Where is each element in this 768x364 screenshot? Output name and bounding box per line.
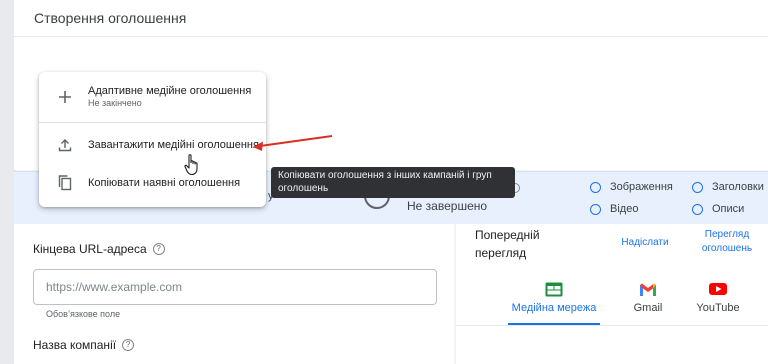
tab-display-network[interactable]: Медійна мережа (508, 282, 600, 314)
gmail-icon (640, 283, 656, 296)
plus-icon (55, 87, 75, 107)
display-network-icon (545, 282, 563, 297)
menu-item-label: Копіювати наявні оголошення (88, 177, 241, 189)
final-url-label: Кінцева URL-адреса ? (33, 242, 165, 256)
view-ads-link[interactable]: Перегляд оголошень (694, 228, 760, 256)
tab-label: Gmail (633, 302, 663, 314)
tab-label: YouTube (696, 302, 740, 314)
final-url-input[interactable] (33, 269, 437, 305)
ad-strength-status: Не завершено (407, 199, 488, 213)
final-url-label-text: Кінцева URL-адреса (33, 242, 147, 256)
create-ad-menu: Адаптивне медійне оголошення Не закінчен… (39, 72, 266, 207)
radio-icon (590, 203, 601, 215)
menu-item-label: Завантажити медійні оголошення (88, 139, 259, 151)
youtube-icon (709, 283, 727, 295)
tab-youtube[interactable]: YouTube (688, 282, 748, 314)
option-label: Відео (610, 203, 639, 215)
preview-title: Попередній перегляд (475, 228, 540, 260)
copy-ads-tooltip: Копіювати оголошення з інших кампаній і … (271, 167, 515, 198)
menu-item-copy-ads[interactable]: Копіювати наявні оголошення (39, 168, 266, 198)
menu-item-upload-ads[interactable]: Завантажити медійні оголошення (39, 130, 266, 160)
company-name-label: Назва компанії ? (33, 338, 135, 352)
option-videos[interactable]: Відео (590, 203, 638, 215)
company-name-label-text: Назва компанії (33, 338, 117, 352)
radio-icon (692, 181, 703, 193)
option-label: Зображення (610, 181, 673, 193)
left-sidebar (0, 0, 15, 364)
menu-item-responsive-ad[interactable]: Адаптивне медійне оголошення Не закінчен… (39, 72, 266, 122)
option-headlines[interactable]: Заголовки (692, 181, 764, 193)
tab-gmail[interactable]: Gmail (618, 282, 678, 314)
help-icon[interactable]: ? (122, 339, 135, 351)
option-label: Заголовки (712, 181, 764, 193)
annotation-arrow-icon (253, 135, 333, 151)
radio-icon (590, 181, 601, 193)
help-icon[interactable]: ? (152, 243, 165, 255)
page-title: Створення оголошення (34, 10, 187, 26)
upload-icon (55, 135, 75, 155)
radio-icon (692, 203, 703, 215)
required-field-hint: Обов’язкове поле (46, 309, 121, 319)
menu-divider (39, 122, 266, 123)
option-images[interactable]: Зображення (590, 181, 673, 193)
divider (14, 36, 768, 37)
active-tab-indicator (508, 323, 600, 325)
hand-cursor-icon (184, 154, 198, 176)
tabs-divider (456, 325, 768, 326)
option-label: Описи (712, 203, 745, 215)
copy-icon (55, 173, 75, 193)
menu-item-label: Адаптивне медійне оголошення (88, 85, 252, 97)
option-descriptions[interactable]: Описи (692, 203, 744, 215)
send-link[interactable]: Надіслати (612, 236, 678, 250)
tab-label: Медійна мережа (511, 302, 597, 314)
menu-item-sublabel: Не закінчено (88, 98, 142, 108)
